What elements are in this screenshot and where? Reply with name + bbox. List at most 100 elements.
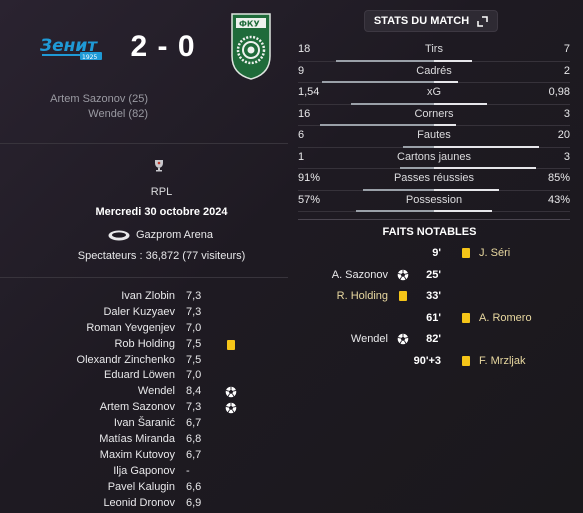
svg-text:1925: 1925 — [82, 54, 97, 61]
stat-label: Tirs — [425, 43, 443, 55]
ufa-logo[interactable]: ФКУ — [230, 12, 272, 80]
player-rating: 7,5 — [186, 353, 202, 366]
event-player[interactable]: F. Mrzljak — [479, 355, 525, 367]
event-minute: 82' — [426, 333, 441, 346]
stat-row: 18 Tirs 7 — [298, 40, 570, 62]
stat-away-value: 85% — [547, 172, 570, 184]
event-icon — [460, 247, 472, 259]
stat-row: 1,54 xG 0,98 — [298, 83, 570, 105]
player-name[interactable]: Leonid Dronov — [103, 497, 175, 509]
event-row: 9' J. Séri — [288, 243, 583, 265]
stats-table: 18 Tirs 7 9 Cadrés 2 1,54 xG 0,98 16 Corners 3 6 Faut… — [298, 40, 570, 212]
player-name[interactable]: Ivan Šaranić — [114, 417, 175, 429]
svg-text:ФКУ: ФКУ — [239, 20, 260, 29]
stadium-icon — [108, 230, 130, 240]
zenit-logo[interactable]: Зенит 1925 — [38, 32, 104, 62]
goal-icon — [397, 333, 409, 348]
player-row[interactable]: Ivan Šaranić 6,7 — [0, 416, 288, 432]
stats-panel: STATS DU MATCH 18 Tirs 7 9 Cadrés 2 1,54 xG 0,98… — [288, 0, 583, 513]
event-player[interactable]: Wendel — [351, 333, 388, 345]
event-player[interactable]: A. Romero — [479, 312, 532, 324]
player-name[interactable]: Olexandr Zinchenko — [77, 354, 175, 366]
player-row[interactable]: Olexandr Zinchenko 7,5 — [0, 353, 288, 369]
scorer-line: Wendel (82) — [88, 108, 148, 120]
player-rating: 6,7 — [186, 448, 202, 461]
player-name[interactable]: Ilja Gaponov — [113, 465, 175, 477]
player-row[interactable]: Leonid Dronov 6,9 — [0, 496, 288, 512]
player-rating: 6,9 — [186, 496, 202, 509]
player-name[interactable]: Maxim Kutovoy — [100, 449, 175, 461]
match-date: Mercredi 30 octobre 2024 — [95, 206, 228, 218]
player-name[interactable]: Rob Holding — [114, 338, 175, 350]
player-name[interactable]: Pavel Kalugin — [108, 481, 175, 493]
player-row[interactable]: Maxim Kutovoy 6,7 — [0, 448, 288, 464]
yellow-card-icon — [399, 291, 407, 302]
player-rating: 6,6 — [186, 480, 202, 493]
player-name[interactable]: Artem Sazonov — [100, 401, 175, 413]
player-rating: 7,0 — [186, 369, 202, 382]
yellow-card-icon — [227, 339, 235, 350]
player-event — [225, 339, 237, 351]
player-row[interactable]: Artem Sazonov 7,3 — [0, 400, 288, 416]
stat-bar-home — [356, 210, 434, 212]
stat-row: 9 Cadrés 2 — [298, 62, 570, 83]
player-row[interactable]: Pavel Kalugin 6,6 — [0, 480, 288, 496]
stat-row: 1 Cartons jaunes 3 — [298, 148, 570, 169]
event-minute: 9' — [432, 247, 441, 259]
event-row: 25' A. Sazonov — [288, 265, 583, 287]
stat-row: 16 Corners 3 — [298, 105, 570, 126]
player-row[interactable]: Daler Kuzyaev 7,3 — [0, 305, 288, 321]
event-minute: 25' — [426, 268, 441, 281]
player-row[interactable]: Rob Holding 7,5 — [0, 337, 288, 353]
player-name[interactable]: Wendel — [138, 385, 175, 397]
stat-row: 6 Fautes 20 — [298, 126, 570, 148]
player-row[interactable]: Ilja Gaponov - — [0, 464, 288, 480]
stadium[interactable]: Gazprom Arena — [108, 229, 213, 241]
event-player[interactable]: J. Séri — [479, 247, 510, 259]
player-row[interactable]: Eduard Löwen 7,0 — [0, 368, 288, 384]
stat-away-value: 43% — [547, 193, 570, 206]
divider — [0, 143, 288, 144]
stat-away-value: 7 — [563, 43, 570, 55]
player-rating: 7,3 — [186, 401, 202, 414]
stat-label: Corners — [414, 107, 454, 120]
player-rating: 8,4 — [186, 385, 202, 398]
player-name[interactable]: Roman Yevgenjev — [86, 322, 175, 334]
league-name[interactable]: RPL — [0, 186, 323, 198]
player-event — [225, 386, 237, 398]
player-name[interactable]: Matías Miranda — [99, 433, 175, 445]
player-rating: 6,8 — [186, 433, 202, 446]
scorer-line: Artem Sazonov (25) — [50, 93, 148, 105]
player-row[interactable]: Matías Miranda 6,8 — [0, 432, 288, 448]
event-icon — [397, 290, 409, 302]
event-row: 61' A. Romero — [288, 308, 583, 330]
player-rating: - — [186, 464, 190, 477]
player-name[interactable]: Daler Kuzyaev — [103, 306, 175, 318]
player-rating: 7,3 — [186, 290, 202, 302]
goal-icon — [397, 269, 409, 284]
event-player[interactable]: R. Holding — [337, 290, 388, 302]
stat-label: xG — [426, 86, 442, 98]
player-rating: 6,7 — [186, 417, 202, 430]
yellow-card-icon — [462, 312, 470, 323]
event-minute: 33' — [426, 290, 441, 303]
player-row[interactable]: Wendel 8,4 — [0, 384, 288, 400]
player-row[interactable]: Ivan Zlobin 7,3 — [0, 289, 288, 305]
stat-away-value: 2 — [563, 64, 570, 77]
player-name[interactable]: Ivan Zlobin — [121, 290, 175, 302]
player-row[interactable]: Roman Yevgenjev 7,0 — [0, 321, 288, 337]
stat-row: 91% Passes réussies 85% — [298, 169, 570, 191]
event-minute: 61' — [426, 311, 441, 324]
stat-label: Passes réussies — [393, 172, 475, 184]
rpl-trophy-icon — [155, 160, 163, 172]
player-ratings-list: Ivan Zlobin 7,3 Daler Kuzyaev 7,3 Roman Yevg… — [0, 289, 288, 511]
event-player[interactable]: A. Sazonov — [332, 269, 388, 281]
match-stats-label: STATS DU MATCH — [373, 15, 470, 27]
expand-icon — [477, 15, 488, 27]
stat-away-value: 0,98 — [548, 86, 570, 98]
event-minute: 90'+3 — [413, 354, 441, 367]
player-name[interactable]: Eduard Löwen — [104, 369, 175, 381]
match-stats-button[interactable]: STATS DU MATCH — [364, 10, 498, 32]
stat-label: Fautes — [417, 129, 451, 141]
event-icon — [397, 269, 409, 281]
